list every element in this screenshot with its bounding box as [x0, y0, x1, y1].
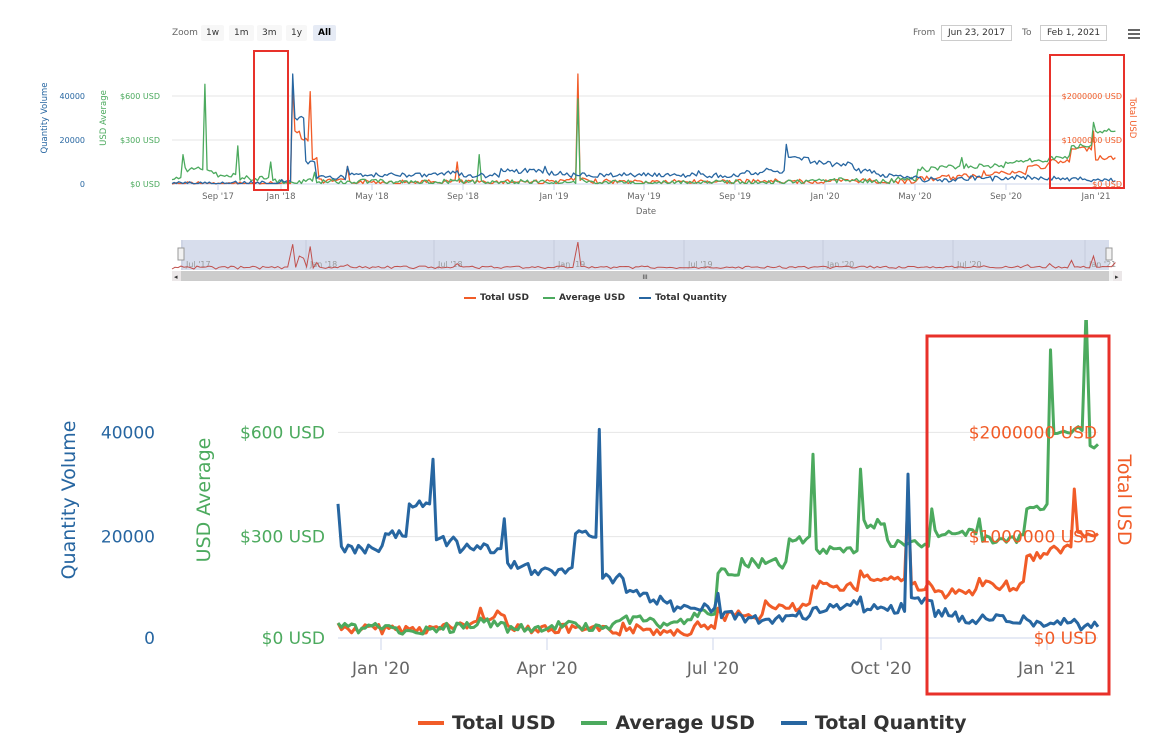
legend-item-average-usd[interactable]: Average USD — [581, 712, 755, 734]
y-tick-label: $2000000 USD — [969, 423, 1097, 443]
legend-label: Average USD — [558, 293, 626, 303]
x-tick-label: May '19 — [627, 192, 660, 202]
y-tick-label: 20000 — [60, 136, 85, 145]
y-tick-label: $600 USD — [240, 423, 325, 443]
legend-label: Total Quantity — [814, 712, 967, 734]
bottom-axes: Jan '20 Apr '20 Jul '20 Oct '20 Jan '21 0 2000… — [58, 421, 1135, 679]
y-tick-label: $2000000 USD — [1062, 92, 1122, 101]
legend-label: Total Quantity — [655, 293, 727, 303]
x-tick-label: Jul '20 — [686, 659, 739, 679]
legend-swatch-total-usd — [418, 721, 444, 725]
y-tick-label: $600 USD — [120, 92, 160, 101]
legend-label: Total USD — [452, 712, 556, 734]
top-series — [171, 73, 1116, 185]
legend-item-total-quantity[interactable]: Total Quantity — [780, 712, 967, 734]
y-tick-label: 40000 — [60, 92, 85, 101]
x-tick-label: Jan '20 — [351, 659, 410, 679]
x-tick-label: May '20 — [898, 192, 931, 202]
legend-label: Total USD — [480, 293, 529, 303]
legend-item-total-usd[interactable]: Total USD — [464, 293, 529, 303]
legend-item-average-usd[interactable]: Average USD — [542, 293, 626, 303]
x-tick-label: Oct '20 — [850, 659, 911, 679]
legend-swatch-average-usd — [581, 721, 608, 725]
y-tick-label: 40000 — [101, 423, 155, 443]
navigator-tick-label: Jan '20 — [826, 260, 854, 269]
bottom-chart: Jan '20 Apr '20 Jul '20 Oct '20 Jan '21 0 2000… — [58, 320, 1135, 696]
bottom-legend: Total USD Average USD Total Quantity — [418, 712, 967, 734]
series-line-average-usd — [171, 83, 1116, 185]
y-tick-label: $0 USD — [262, 629, 325, 649]
x-tick-label: Sep '19 — [719, 192, 751, 202]
y-tick-label: $1000000 USD — [1062, 136, 1122, 145]
y-axis-title: Total USD — [1113, 453, 1135, 545]
series-line-total-usd — [336, 487, 1099, 637]
x-tick-label: May '18 — [355, 192, 388, 202]
x-axis-title: Date — [636, 207, 656, 217]
legend-label: Average USD — [615, 712, 755, 734]
arrow-right-icon: ▸ — [1115, 273, 1119, 281]
top-chart: Sep '17 Jan '18 May '18 Sep '18 Jan '19 May '… — [40, 50, 1137, 281]
navigator: Jul '17 Jan '18 Jul '18 Jan '19 Jul '19 Jan '… — [171, 240, 1122, 281]
x-tick-label: Sep '18 — [447, 192, 479, 202]
x-tick-label: Apr '20 — [516, 659, 577, 679]
navigator-handle-right — [1105, 247, 1113, 261]
x-tick-label: Jan '21 — [1017, 659, 1076, 679]
legend-swatch-total-usd — [464, 297, 476, 299]
x-tick-label: Sep '17 — [202, 192, 234, 202]
y-axis-title: USD Average — [99, 90, 109, 146]
x-tick-label: Jan '20 — [810, 192, 840, 202]
top-grid — [172, 95, 1122, 185]
y-axis-title: Quantity Volume — [40, 82, 50, 153]
legend-swatch-average-usd — [542, 297, 555, 299]
x-tick-label: Jan '21 — [1081, 192, 1111, 202]
y-tick-label: 0 — [80, 180, 85, 189]
y-tick-label: $300 USD — [240, 528, 325, 548]
arrow-left-icon: ◂ — [174, 273, 178, 281]
scrollbar-grip-icon: III — [642, 274, 648, 281]
y-axis-title: Quantity Volume — [58, 421, 80, 580]
y-tick-label: $300 USD — [120, 136, 160, 145]
y-tick-label: 0 — [144, 629, 155, 649]
series-line-average-usd — [336, 320, 1100, 636]
legend-swatch-total-quantity — [780, 721, 807, 725]
legend-item-total-usd[interactable]: Total USD — [418, 712, 555, 734]
top-legend: Total USD Average USD Total Quantity — [464, 293, 727, 303]
navigator-handle-left — [177, 247, 185, 261]
y-tick-label: $0 USD — [130, 180, 160, 189]
highlight-box-right-axis — [1049, 54, 1125, 189]
y-axis-title: Total USD — [1127, 97, 1137, 139]
y-tick-label: $0 USD — [1034, 629, 1097, 649]
x-tick-label: Jan '18 — [266, 192, 296, 202]
bottom-series — [336, 320, 1100, 637]
y-tick-label: $1000000 USD — [969, 528, 1097, 548]
y-axis-title: USD Average — [193, 438, 215, 563]
legend-swatch-total-quantity — [639, 297, 652, 299]
y-tick-label: 20000 — [101, 528, 155, 548]
x-tick-label: Jan '19 — [539, 192, 569, 202]
x-tick-label: Sep '20 — [990, 192, 1022, 202]
navigator-tick-label: Jan '21 — [1088, 260, 1116, 269]
legend-item-total-quantity[interactable]: Total Quantity — [639, 293, 727, 303]
